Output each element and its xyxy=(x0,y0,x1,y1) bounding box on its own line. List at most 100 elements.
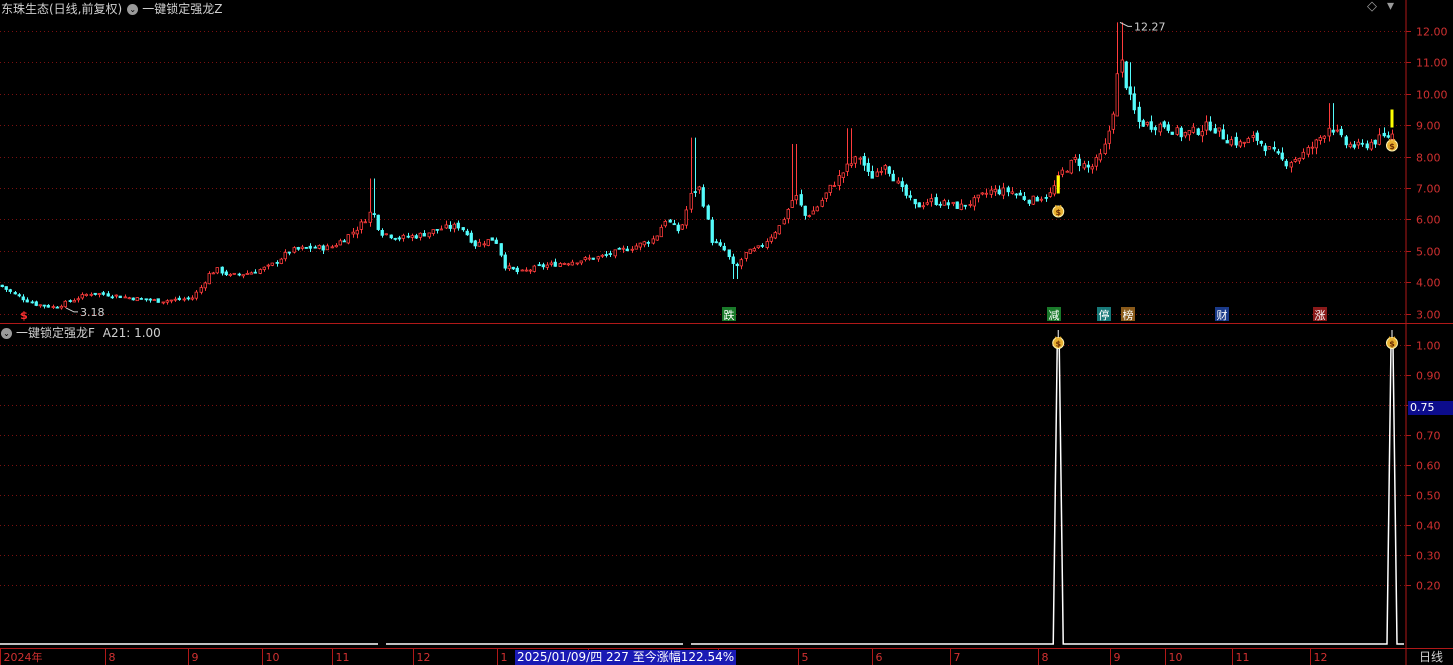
candle-body xyxy=(1141,120,1145,127)
event-marker: 财 xyxy=(1215,307,1229,322)
candle-body xyxy=(908,195,912,198)
candle-body xyxy=(456,222,460,229)
candle-body xyxy=(693,191,697,193)
candle-body xyxy=(461,227,465,231)
chevron-down-icon[interactable]: ⌄ xyxy=(1,328,12,339)
candle-body xyxy=(942,200,946,206)
candle-body xyxy=(46,304,50,308)
candle-body xyxy=(127,297,131,300)
candle-body xyxy=(152,299,156,301)
candle-body xyxy=(587,257,591,260)
candle-body xyxy=(663,220,667,227)
candle-body xyxy=(815,206,819,212)
candle-body xyxy=(921,205,925,208)
sub-current-value-badge: 0.75 xyxy=(1408,401,1453,415)
candle-body xyxy=(372,213,376,215)
candle-body xyxy=(241,274,245,277)
candle-body xyxy=(1179,127,1183,138)
candle-body xyxy=(862,156,866,166)
candle-body xyxy=(541,264,545,268)
candle-body xyxy=(1149,121,1153,130)
candle-body xyxy=(997,189,1001,195)
candle-body xyxy=(21,296,25,301)
candle-body xyxy=(186,297,190,300)
candle-body xyxy=(672,223,676,226)
candle-body xyxy=(875,171,879,177)
candle-body xyxy=(245,273,249,275)
candle-body xyxy=(1027,199,1031,204)
candle-body xyxy=(4,286,8,290)
candle-body xyxy=(368,211,372,223)
candle-body xyxy=(828,184,832,193)
candle-body xyxy=(397,237,401,240)
baseline-gap xyxy=(683,642,691,646)
candle-body xyxy=(1073,157,1077,160)
candle-body xyxy=(1077,158,1081,166)
chevron-down-icon[interactable]: ⌄ xyxy=(127,4,139,15)
candle-body xyxy=(634,245,638,250)
low-label-pointer xyxy=(65,307,78,313)
candle-body xyxy=(680,224,684,230)
candle-body xyxy=(630,248,634,251)
candle-body xyxy=(1103,143,1107,154)
candle-body xyxy=(1238,141,1242,147)
stock-name[interactable]: 东珠生态(日线,前复权) xyxy=(1,2,122,16)
candle-body xyxy=(1314,139,1318,149)
high-label-pointer xyxy=(1119,21,1132,27)
candle-body xyxy=(427,232,431,238)
candle-body xyxy=(203,282,207,289)
candle-body xyxy=(469,232,473,243)
candle-body xyxy=(106,293,110,297)
candle-body xyxy=(1267,146,1271,150)
candle-body xyxy=(1137,106,1141,122)
candle-body xyxy=(384,233,388,236)
candle-body xyxy=(30,301,34,304)
candle-body xyxy=(1386,135,1390,138)
candle-body xyxy=(769,236,773,242)
event-marker: 涨 xyxy=(1313,307,1327,322)
main-indicator-name[interactable]: 一键锁定强龙Z xyxy=(142,2,222,16)
y-tick-label: 0.30 xyxy=(1416,550,1441,563)
candle-body xyxy=(68,300,72,302)
candle-body xyxy=(511,266,515,270)
y-tick-label: 0.70 xyxy=(1416,430,1441,443)
candle-body xyxy=(1293,159,1297,162)
candle-body xyxy=(1310,146,1314,149)
candle-body xyxy=(989,189,993,195)
candle-body xyxy=(739,259,743,267)
range-statistic-label: 2025/01/09/四 227 至今涨幅122.54% xyxy=(515,650,737,665)
candle-body xyxy=(465,230,469,236)
candle-body xyxy=(97,293,101,296)
candle-body xyxy=(858,157,862,160)
candle-body xyxy=(959,203,963,210)
candle-body xyxy=(169,299,173,302)
y-tick-label: 6.00 xyxy=(1416,214,1441,227)
y-tick-label: 0.40 xyxy=(1416,520,1441,533)
candle-body xyxy=(1322,135,1326,139)
period-label[interactable]: 日线 xyxy=(1419,650,1443,665)
candle-body xyxy=(330,246,334,249)
candle-body xyxy=(346,234,350,244)
candle-body xyxy=(1306,147,1310,155)
candle-body xyxy=(807,215,811,217)
candle-body xyxy=(1382,132,1386,137)
candle-body xyxy=(342,240,346,243)
x-tick-label: 9 xyxy=(1114,651,1121,664)
candle-body xyxy=(1124,61,1128,89)
sub-indicator-name[interactable]: 一键锁定强龙F xyxy=(16,326,95,340)
diamond-icon[interactable]: ◇ xyxy=(1367,0,1377,14)
dropdown-arrow-icon[interactable]: ▾ xyxy=(1387,0,1394,14)
candle-body xyxy=(925,202,929,205)
candle-body xyxy=(972,197,976,207)
x-tick-label: 8 xyxy=(109,651,116,664)
markers-layer: 12.27 3.18 $ $ $ 跌 减 停榜 财 涨 xyxy=(20,20,1398,322)
chart-stage[interactable]: 12.27 3.18 $ $ $ 跌减停榜财涨 $ $ 12.00 11.00 10.00 9.0… xyxy=(0,0,1453,665)
candle-body xyxy=(1069,159,1073,174)
candle-body xyxy=(389,234,393,239)
candle-body xyxy=(406,235,410,238)
candle-body xyxy=(1335,129,1339,132)
candle-body xyxy=(1318,137,1322,141)
candle-body xyxy=(161,301,165,304)
kline-chart-svg[interactable]: 12.273.18$$$ 跌减停榜财涨 $ $ 12.0011.0010.009.0… xyxy=(0,0,1453,665)
candle-body xyxy=(1204,121,1208,131)
